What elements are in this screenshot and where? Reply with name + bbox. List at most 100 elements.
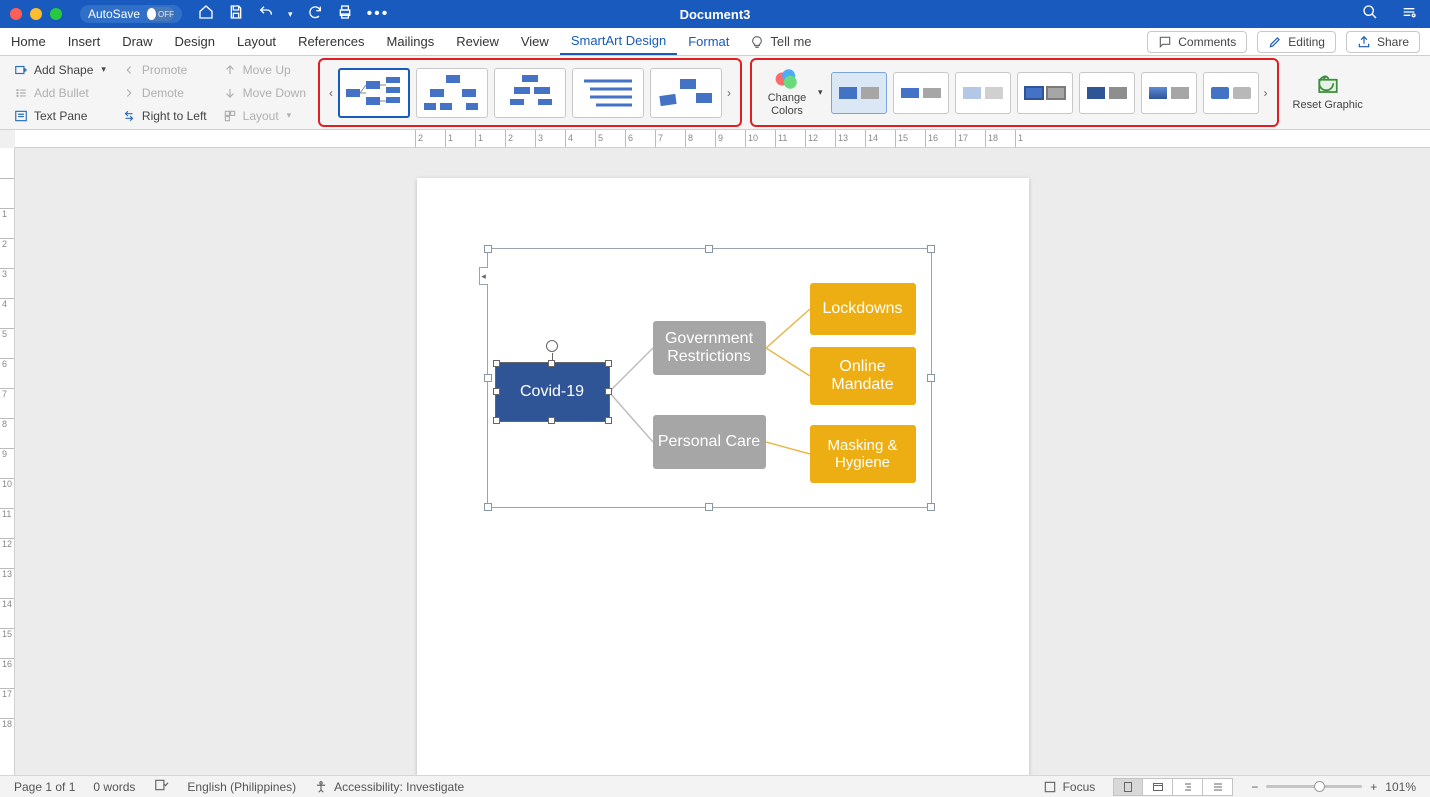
zoom-in-button[interactable]: +	[1370, 780, 1377, 794]
language-indicator[interactable]: English (Philippines)	[187, 780, 296, 794]
layout-next-button[interactable]: ›	[722, 65, 736, 121]
style-thumb-1[interactable]	[831, 72, 887, 114]
draft-view[interactable]	[1203, 778, 1233, 796]
smartart-node-root[interactable]: Covid-19	[496, 363, 609, 421]
rotate-handle[interactable]	[546, 340, 558, 352]
page[interactable]: ◂	[417, 178, 1029, 775]
smartart-node[interactable]: Lockdowns	[810, 283, 916, 335]
tab-design[interactable]: Design	[164, 28, 226, 55]
shape-handle[interactable]	[605, 360, 612, 367]
resize-handle[interactable]	[705, 503, 713, 511]
add-shape-button[interactable]: Add Shape▾	[14, 60, 106, 79]
tab-insert[interactable]: Insert	[57, 28, 112, 55]
zoom-slider[interactable]	[1266, 785, 1362, 788]
layout-prev-button[interactable]: ‹	[324, 65, 338, 121]
resize-handle[interactable]	[484, 503, 492, 511]
focus-mode[interactable]: Focus	[1043, 780, 1096, 794]
editing-mode-button[interactable]: Editing	[1257, 31, 1336, 53]
layout-thumb-3[interactable]	[494, 68, 566, 118]
page-indicator[interactable]: Page 1 of 1	[14, 780, 75, 794]
resize-handle[interactable]	[927, 374, 935, 382]
horizontal-ruler[interactable]: 21 123 456 789 101112 131415 161718 1	[15, 130, 1430, 148]
demote-button[interactable]: Demote	[122, 83, 207, 102]
move-up-button[interactable]: Move Up	[223, 60, 306, 79]
comments-button[interactable]: Comments	[1147, 31, 1247, 53]
chevron-down-icon[interactable]: ▾	[818, 87, 823, 98]
maximize-window[interactable]	[50, 8, 62, 20]
accessibility-check[interactable]: Accessibility: Investigate	[314, 780, 464, 794]
shape-handle[interactable]	[605, 417, 612, 424]
smartart-node[interactable]: Personal Care	[653, 415, 766, 469]
style-thumb-2[interactable]	[893, 72, 949, 114]
resize-handle[interactable]	[705, 245, 713, 253]
promote-button[interactable]: Promote	[122, 60, 207, 79]
undo-dropdown-icon[interactable]: ▾	[288, 9, 293, 20]
move-down-button[interactable]: Move Down	[223, 83, 306, 102]
smartart-node[interactable]: Online Mandate	[810, 347, 916, 405]
tab-home[interactable]: Home	[0, 28, 57, 55]
add-bullet-button[interactable]: Add Bullet	[14, 83, 106, 102]
share-button[interactable]: Share	[1346, 31, 1420, 53]
layout-thumb-4[interactable]	[572, 68, 644, 118]
document-area[interactable]: ◂	[15, 148, 1430, 775]
style-thumb-6[interactable]	[1141, 72, 1197, 114]
more-icon[interactable]: •••	[367, 5, 390, 23]
save-icon[interactable]	[228, 4, 244, 25]
spellcheck-icon[interactable]	[153, 778, 169, 795]
style-thumb-7[interactable]	[1203, 72, 1259, 114]
layout-thumb-5[interactable]	[650, 68, 722, 118]
text-pane-button[interactable]: Text Pane	[14, 106, 106, 125]
tab-smartart-design[interactable]: SmartArt Design	[560, 28, 677, 55]
tab-layout[interactable]: Layout	[226, 28, 287, 55]
tab-format[interactable]: Format	[677, 28, 740, 55]
shape-handle[interactable]	[548, 417, 555, 424]
shape-handle[interactable]	[605, 388, 612, 395]
move-down-label: Move Down	[243, 86, 306, 100]
layout-button[interactable]: Layout▾	[223, 106, 306, 125]
style-thumb-3[interactable]	[955, 72, 1011, 114]
change-colors-button[interactable]: Change Colors	[756, 68, 818, 116]
smartart-frame[interactable]: ◂	[487, 248, 932, 508]
tab-review[interactable]: Review	[445, 28, 510, 55]
tab-references[interactable]: References	[287, 28, 375, 55]
shape-handle[interactable]	[548, 360, 555, 367]
style-thumb-5[interactable]	[1079, 72, 1135, 114]
right-to-left-button[interactable]: Right to Left	[122, 106, 207, 125]
autosave-switch[interactable]: OFF	[146, 7, 174, 21]
layout-thumb-1[interactable]	[338, 68, 410, 118]
vertical-ruler[interactable]: 12 345 678 91011 121314 151617 18	[0, 148, 15, 775]
smartart-node[interactable]: Masking & Hygiene	[810, 425, 916, 483]
word-count[interactable]: 0 words	[93, 780, 135, 794]
redo-icon[interactable]	[307, 4, 323, 25]
print-icon[interactable]	[337, 4, 353, 25]
smartart-node[interactable]: Government Restrictions	[653, 321, 766, 375]
layout-thumb-2[interactable]	[416, 68, 488, 118]
close-window[interactable]	[10, 8, 22, 20]
resize-handle[interactable]	[484, 374, 492, 382]
tab-view[interactable]: View	[510, 28, 560, 55]
resize-handle[interactable]	[484, 245, 492, 253]
tab-draw[interactable]: Draw	[111, 28, 163, 55]
resize-handle[interactable]	[927, 503, 935, 511]
tab-mailings[interactable]: Mailings	[376, 28, 446, 55]
undo-icon[interactable]	[258, 4, 274, 25]
search-icon[interactable]	[1362, 4, 1378, 25]
outline-view[interactable]	[1173, 778, 1203, 796]
text-pane-toggle[interactable]: ◂	[479, 267, 488, 285]
style-thumb-4[interactable]	[1017, 72, 1073, 114]
shape-handle[interactable]	[493, 417, 500, 424]
autosave-toggle[interactable]: AutoSave OFF	[80, 5, 182, 23]
print-layout-view[interactable]	[1113, 778, 1143, 796]
style-next-button[interactable]: ›	[1259, 65, 1273, 121]
zoom-percent[interactable]: 101%	[1385, 780, 1416, 794]
minimize-window[interactable]	[30, 8, 42, 20]
shape-handle[interactable]	[493, 388, 500, 395]
ribbon-options-icon[interactable]	[1400, 4, 1418, 25]
tell-me[interactable]: Tell me	[750, 34, 811, 49]
home-icon[interactable]	[198, 4, 214, 25]
shape-handle[interactable]	[493, 360, 500, 367]
resize-handle[interactable]	[927, 245, 935, 253]
zoom-out-button[interactable]: −	[1251, 780, 1258, 794]
web-layout-view[interactable]	[1143, 778, 1173, 796]
reset-graphic-button[interactable]: Reset Graphic	[1283, 56, 1373, 129]
